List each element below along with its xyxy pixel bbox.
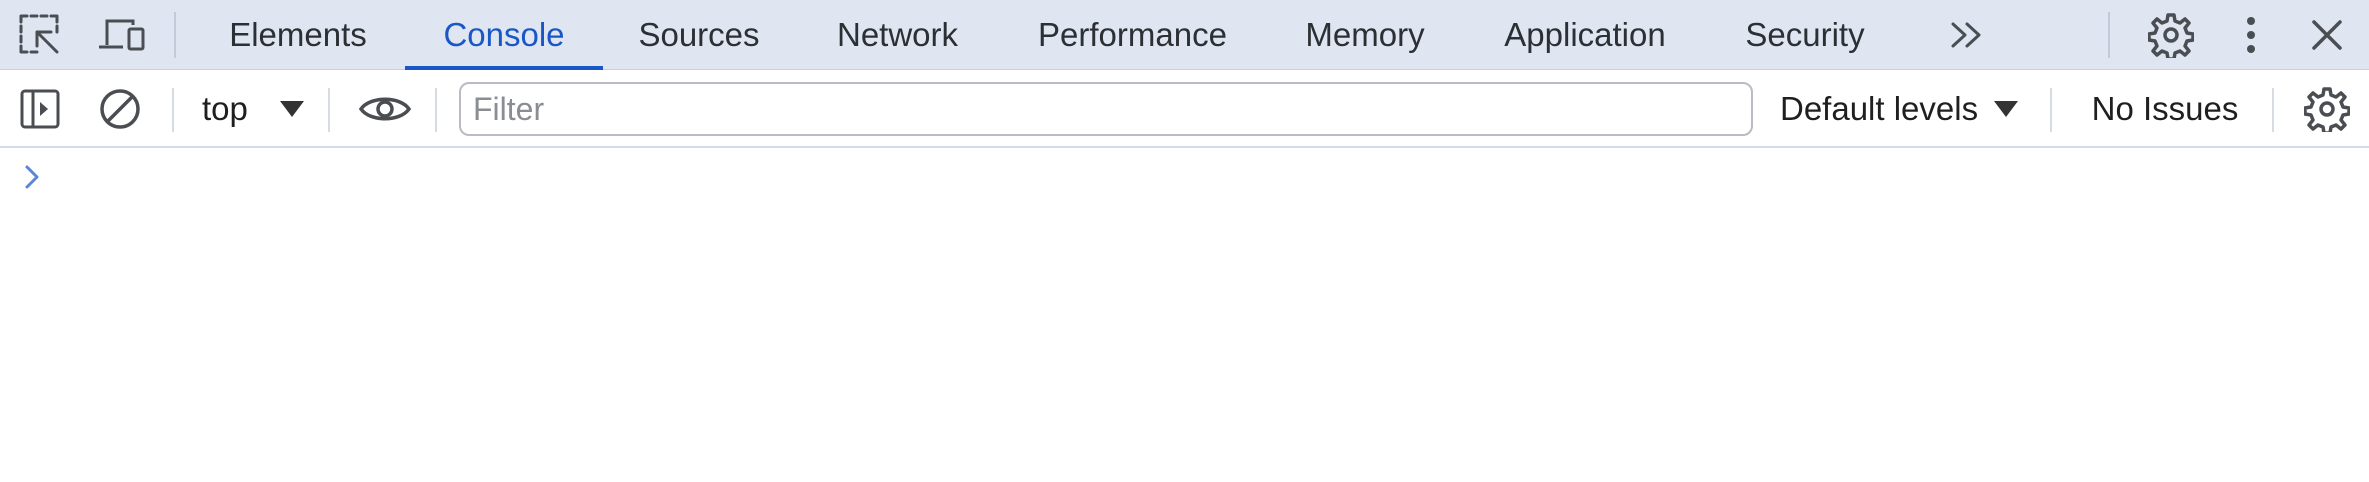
sidebar-toggle-button[interactable] <box>8 70 72 148</box>
toolbar-divider <box>2272 88 2274 132</box>
inspect-element-icon <box>19 14 59 54</box>
devtools-tabbar: Elements Console Sources Network Perform… <box>0 0 2369 70</box>
tab-console[interactable]: Console <box>405 0 603 70</box>
eye-icon <box>358 97 412 121</box>
console-toolbar: top Default levels No Issues <box>0 70 2369 148</box>
create-live-expression-button[interactable] <box>350 70 420 148</box>
caret-down-icon <box>1994 101 2018 117</box>
more-tabs-button[interactable] <box>1935 0 1999 70</box>
tabbar-divider <box>174 12 176 58</box>
issues-label: No Issues <box>2091 90 2239 127</box>
tab-elements[interactable]: Elements <box>205 0 391 70</box>
console-output[interactable] <box>0 150 2369 482</box>
log-levels-label: Default levels <box>1780 90 1979 127</box>
console-prompt[interactable] <box>0 150 2369 206</box>
caret-down-icon <box>280 101 304 117</box>
tab-memory[interactable]: Memory <box>1285 0 1445 70</box>
tab-security[interactable]: Security <box>1725 0 1885 70</box>
gear-icon <box>2304 87 2350 132</box>
close-devtools-button[interactable] <box>2295 0 2359 70</box>
tab-application[interactable]: Application <box>1480 0 1690 70</box>
toolbar-divider <box>435 88 437 132</box>
filter-input[interactable] <box>459 82 1753 136</box>
inspect-element-button[interactable] <box>8 0 72 70</box>
context-select-value: top <box>202 90 248 127</box>
tab-network[interactable]: Network <box>815 0 980 70</box>
device-toolbar-icon <box>99 19 145 51</box>
settings-button[interactable] <box>2139 0 2203 70</box>
chevron-double-right-icon <box>1951 22 1981 48</box>
log-levels-dropdown[interactable]: Default levels <box>1766 70 2026 148</box>
prompt-chevron-icon <box>25 165 39 189</box>
toolbar-divider <box>2050 88 2052 132</box>
sidebar-toggle-icon <box>20 89 60 129</box>
more-options-button[interactable] <box>2219 0 2283 70</box>
toolbar-divider <box>328 88 330 132</box>
device-toolbar-button[interactable] <box>90 0 154 70</box>
close-icon <box>2312 20 2342 50</box>
kebab-menu-icon <box>2247 17 2255 53</box>
issues-counter-button[interactable]: No Issues <box>2055 70 2275 148</box>
clear-console-button[interactable] <box>88 70 152 148</box>
gear-icon <box>2148 13 2194 58</box>
tab-performance[interactable]: Performance <box>1015 0 1250 70</box>
console-settings-button[interactable] <box>2295 70 2359 148</box>
javascript-context-select[interactable]: top <box>184 70 314 148</box>
clear-console-icon <box>100 89 140 129</box>
toolbar-divider <box>172 88 174 132</box>
tabbar-divider-right <box>2108 12 2110 58</box>
tab-sources[interactable]: Sources <box>615 0 783 70</box>
